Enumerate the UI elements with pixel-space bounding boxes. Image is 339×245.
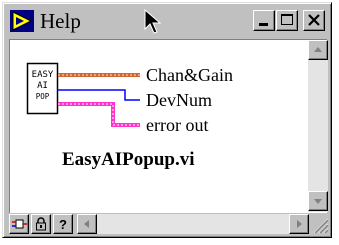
vertical-scrollbar[interactable] <box>308 40 328 212</box>
help-window: Help EASY AI POP Chan&Gain DevNum error … <box>2 2 332 238</box>
terminal-label-devnum: DevNum <box>146 90 212 110</box>
arrow-right-icon <box>297 220 302 228</box>
minimize-icon <box>259 23 268 26</box>
maximize-button[interactable] <box>276 10 298 31</box>
scroll-up-button[interactable] <box>308 40 328 60</box>
help-button[interactable]: ? <box>53 214 73 234</box>
scroll-right-button[interactable] <box>289 214 309 234</box>
lock-button[interactable] <box>31 214 51 234</box>
window-title: Help <box>40 9 81 33</box>
scroll-down-button[interactable] <box>308 191 328 211</box>
close-icon <box>308 14 320 26</box>
help-content-area: EASY AI POP Chan&Gain DevNum error out E… <box>9 39 327 213</box>
lock-icon <box>36 217 46 231</box>
arrow-up-icon <box>314 47 322 52</box>
horizontal-scrollbar[interactable] <box>77 214 309 234</box>
wire-error-out <box>58 102 140 127</box>
labview-run-arrow-icon <box>10 10 34 32</box>
terminal-wires <box>58 73 140 127</box>
close-button[interactable] <box>303 10 325 31</box>
resize-grip-icon[interactable] <box>311 216 329 234</box>
scroll-left-button[interactable] <box>77 214 97 234</box>
wire-devnum <box>58 89 140 101</box>
simple-diagram-button[interactable] <box>9 214 29 234</box>
bottom-toolbar: ? <box>9 214 329 236</box>
mouse-pointer-icon <box>144 8 162 34</box>
minimize-button[interactable] <box>253 10 275 31</box>
terminal-label-chan-gain: Chan&Gain <box>146 65 233 85</box>
help-question-icon: ? <box>59 217 67 232</box>
maximize-icon <box>281 14 293 25</box>
simple-diagram-icon <box>12 219 27 229</box>
terminal-label-error-out: error out <box>146 115 209 135</box>
arrow-left-icon <box>84 220 89 228</box>
vi-name: EasyAIPopup.vi <box>62 149 195 170</box>
arrow-down-icon <box>314 199 322 204</box>
title-bar[interactable]: Help <box>6 6 328 36</box>
svg-text:?: ? <box>59 217 67 232</box>
